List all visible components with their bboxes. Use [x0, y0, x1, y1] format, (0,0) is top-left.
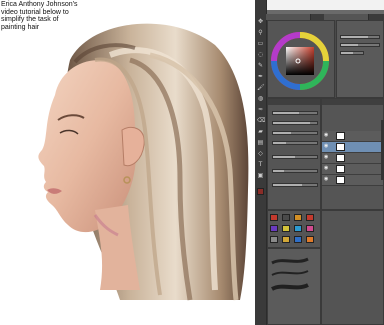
visibility-eye-icon[interactable]: ◉	[324, 155, 329, 160]
color-swatch[interactable]	[294, 236, 302, 243]
color-wheel[interactable]	[268, 21, 334, 97]
size-slider[interactable]	[340, 43, 380, 47]
layer-row[interactable]: ◉	[322, 142, 383, 153]
paint-app-window: ✥ ⚲ ▭ ◌ ✎ ✒ 🖌 ◍ ≈ ⌫ ▰ ▤ ◇ T ▣ ◉ ◉ ◉ ◉ ◉	[255, 0, 384, 325]
active-color-swatch[interactable]	[257, 188, 264, 195]
layer-row[interactable]: ◉	[322, 175, 383, 186]
fill-tool-icon[interactable]: ▰	[257, 128, 264, 135]
layer-thumbnail	[336, 176, 345, 184]
color-swatch[interactable]	[306, 236, 314, 243]
brush-density-slider[interactable]	[272, 131, 318, 135]
stabilization-slider[interactable]	[272, 155, 318, 159]
color-swatch[interactable]	[282, 236, 290, 243]
color-swatch[interactable]	[306, 214, 314, 221]
brush-stroke-1	[271, 257, 309, 265]
color-set-panel	[267, 210, 321, 248]
zoom-tool-icon[interactable]: ⚲	[257, 29, 264, 36]
tool-property-panel	[267, 98, 321, 210]
opacity-slider[interactable]	[340, 35, 380, 39]
color-swatch[interactable]	[294, 225, 302, 232]
brush-stroke-2	[271, 270, 309, 276]
brush-stroke-3	[271, 283, 309, 291]
tool-property-header	[268, 99, 320, 105]
lasso-tool-icon[interactable]: ◌	[257, 51, 264, 58]
tool-palette: ✥ ⚲ ▭ ◌ ✎ ✒ 🖌 ◍ ≈ ⌫ ▰ ▤ ◇ T ▣	[255, 0, 267, 325]
blend-tool-icon[interactable]: ≈	[257, 106, 264, 113]
airbrush-tool-icon[interactable]: ◍	[257, 95, 264, 102]
color-swatch[interactable]	[270, 225, 278, 232]
color-swatch[interactable]	[306, 225, 314, 232]
brush-opacity-slider[interactable]	[272, 121, 318, 125]
brush-blend-slider[interactable]	[272, 141, 318, 145]
flow-slider[interactable]	[340, 51, 364, 55]
visibility-eye-icon[interactable]: ◉	[324, 133, 329, 138]
text-tool-icon[interactable]: T	[257, 161, 264, 168]
brush-size-slider[interactable]	[272, 111, 318, 115]
move-tool-icon[interactable]: ✥	[257, 18, 264, 25]
navigator-panel	[336, 20, 384, 98]
layer-thumbnail	[336, 154, 345, 162]
artwork-canvas[interactable]: Erica Anthony Johnson's video tutorial b…	[0, 0, 255, 325]
visibility-eye-icon[interactable]: ◉	[324, 177, 329, 182]
layer-thumbnail	[336, 132, 345, 140]
sub-tool-panel	[321, 210, 384, 325]
layer-row[interactable]: ◉	[322, 153, 383, 164]
layer-panel: ◉ ◉ ◉ ◉ ◉	[321, 98, 384, 210]
shape-tool-icon[interactable]: ◇	[257, 150, 264, 157]
texture-slider[interactable]	[272, 169, 318, 173]
brush-previews	[271, 257, 309, 291]
color-swatch[interactable]	[282, 225, 290, 232]
color-swatch[interactable]	[282, 214, 290, 221]
layer-thumbnail	[336, 165, 345, 173]
spacing-slider[interactable]	[272, 183, 318, 187]
layer-row[interactable]: ◉	[322, 164, 383, 175]
tutorial-caption: Erica Anthony Johnson's video tutorial b…	[0, 0, 81, 33]
brush-tool-icon[interactable]: 🖌	[257, 84, 265, 91]
color-wheel-panel	[267, 20, 335, 98]
brush-panel	[267, 248, 321, 325]
eraser-tool-icon[interactable]: ⌫	[257, 117, 265, 124]
layer-panel-header	[322, 99, 383, 105]
frame-tool-icon[interactable]: ▣	[257, 172, 264, 179]
eyedropper-tool-icon[interactable]: ✎	[257, 62, 264, 69]
select-tool-icon[interactable]: ▭	[257, 40, 264, 47]
visibility-eye-icon[interactable]: ◉	[324, 166, 329, 171]
layer-thumbnail	[336, 143, 345, 151]
portrait-illustration	[38, 23, 249, 301]
screenshot-root: Erica Anthony Johnson's video tutorial b…	[0, 0, 384, 325]
color-swatch[interactable]	[270, 236, 278, 243]
visibility-eye-icon[interactable]: ◉	[324, 144, 329, 149]
gradient-tool-icon[interactable]: ▤	[257, 139, 264, 146]
pen-tool-icon[interactable]: ✒	[257, 73, 264, 80]
layer-row[interactable]: ◉	[322, 131, 383, 142]
color-swatch[interactable]	[270, 214, 278, 221]
color-swatch[interactable]	[294, 214, 302, 221]
